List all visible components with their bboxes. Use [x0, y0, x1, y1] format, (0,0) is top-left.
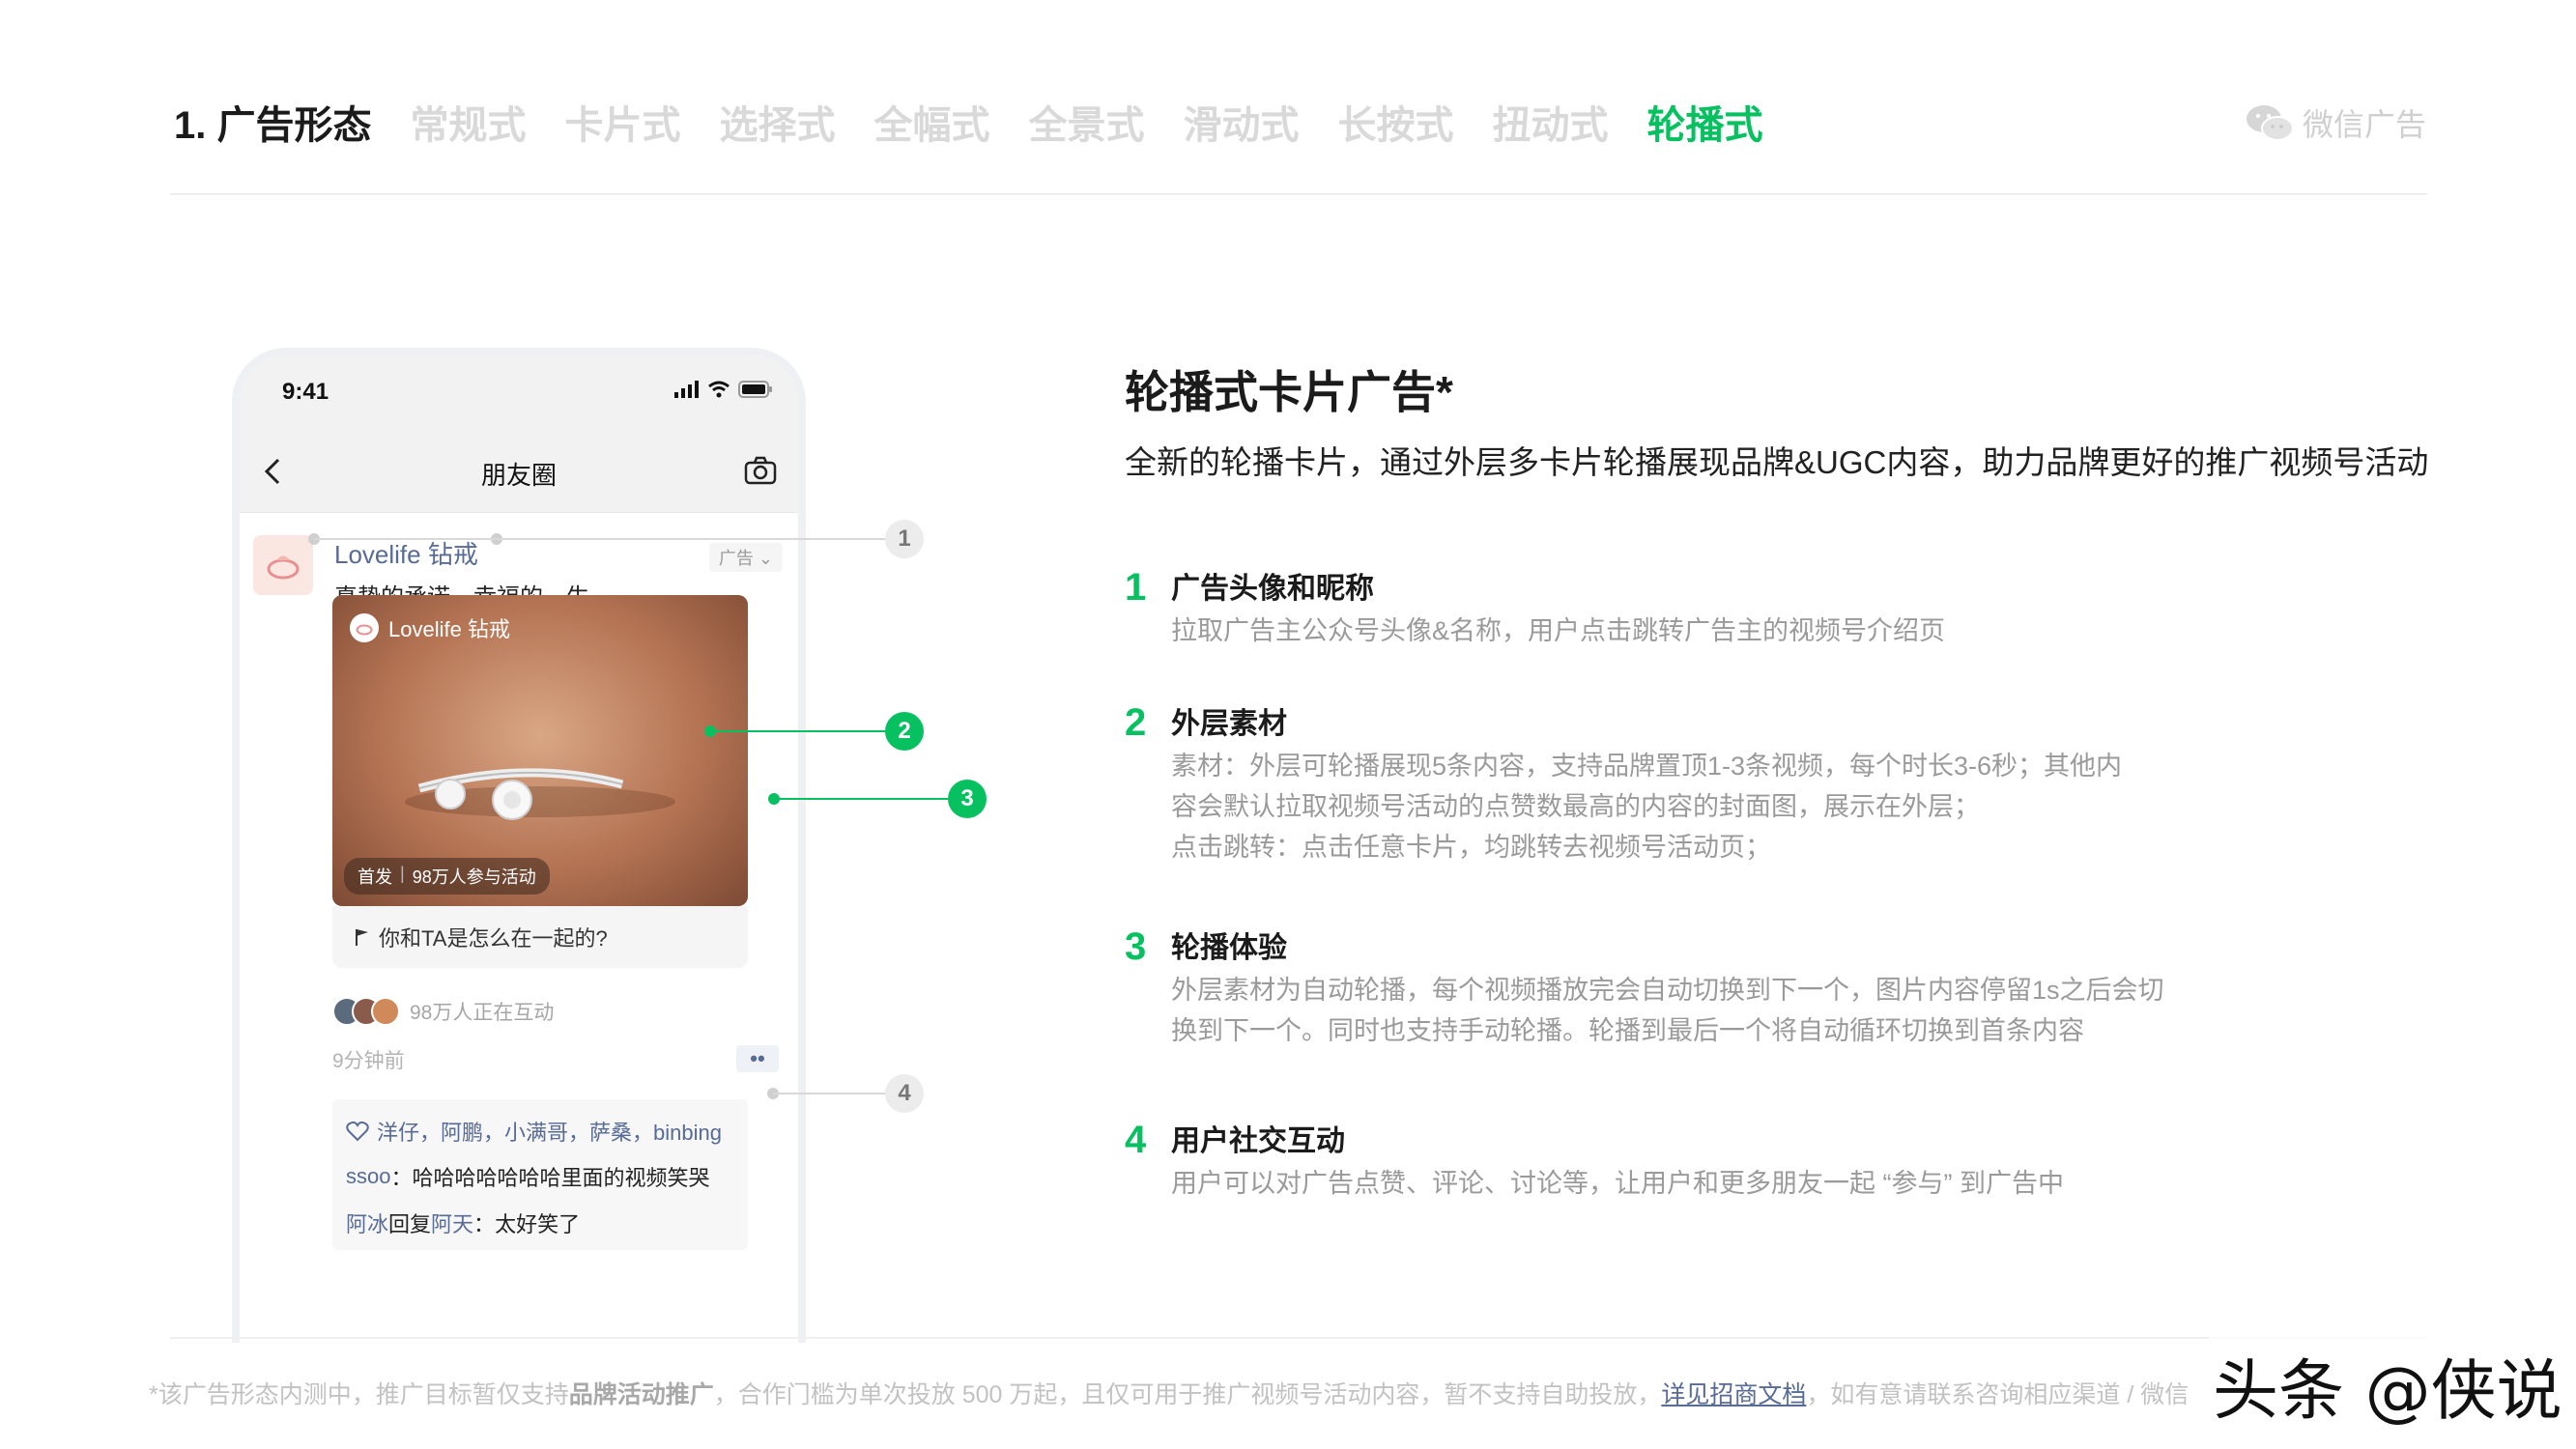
activity-badge[interactable]: 首发 | 98万人参与活动 [344, 858, 550, 895]
flag-icon [356, 929, 368, 946]
tab-slide[interactable]: 滑动式 [1183, 94, 1299, 150]
feature-description: 外层素材为自动轮播，每个视频播放完会自动切换到下一个，图片内容停留1s之后会切 … [1171, 976, 2164, 1045]
feature-item: 2 外层素材 素材：外层可轮播展现5条内容，支持品牌置顶1-3条视频，每个时长3… [1125, 699, 2236, 873]
feature-item: 3 轮播体验 外层素材为自动轮播，每个视频播放完会自动切换到下一个，图片内容停留… [1125, 923, 2236, 1049]
callout-3-line [774, 798, 948, 800]
signal-icon [674, 381, 699, 398]
ad-tag[interactable]: 广告 ⌄ [708, 543, 783, 572]
tab-twist[interactable]: 扭动式 [1492, 94, 1608, 150]
footer-bold: 品牌活动推广 [568, 1381, 714, 1408]
feature-item: 1 广告头像和昵称 拉取广告主公众号头像&名称，用户点击跳转广告主的视频号介绍页 [1125, 564, 2236, 651]
feature-number: 1 [1125, 566, 1147, 609]
carousel-card-front[interactable]: Lovelife 钻戒 首发 | 98万人参与活动 [332, 595, 748, 906]
interacting-count: 98万人正在互动 [410, 1002, 555, 1024]
camera-icon[interactable] [744, 456, 777, 485]
content-title: 轮播式卡片广告* [1125, 367, 1453, 417]
ring-logo-icon [267, 555, 300, 580]
tab-longpress[interactable]: 长按式 [1337, 94, 1453, 150]
tab-card[interactable]: 卡片式 [564, 94, 680, 150]
feature-number: 2 [1125, 701, 1147, 744]
callout-4-line [773, 1093, 894, 1094]
callout-2: 2 [885, 712, 924, 751]
feature-description: 素材：外层可轮播展现5条内容，支持品牌置顶1-3条视频，每个时长3-6秒；其他内… [1171, 752, 2123, 862]
phone-mockup: 9:41 朋友圈 Lovelife 钻戒 广告 ⌄ 真挚的承诺，幸福的一生 Lo… [232, 348, 806, 1343]
feature-item: 4 用户社交互动 用户可以对广告点赞、评论、讨论等，让用户和更多朋友一起 “参与… [1125, 1117, 2236, 1204]
status-time: 9:41 [282, 379, 329, 405]
tab-fullscreen[interactable]: 全幅式 [873, 94, 989, 150]
wifi-icon [708, 381, 730, 398]
tab-carousel[interactable]: 轮播式 [1646, 94, 1762, 150]
callout-3: 3 [948, 780, 987, 818]
content-subtitle: 全新的轮播卡片，通过外层多卡片轮播展现品牌&UGC内容，助力品牌更好的推广视频号… [1125, 444, 2429, 480]
tab-selection[interactable]: 选择式 [719, 94, 835, 150]
tab-regular[interactable]: 常规式 [410, 94, 526, 150]
comment-item[interactable]: ssoo：哈哈哈哈哈哈哈里面的视频笑哭 [346, 1153, 734, 1200]
callout-4: 4 [885, 1074, 924, 1113]
footer-divider [170, 1337, 2427, 1339]
moments-title: 朋友圈 [480, 461, 557, 490]
callout-1-line [314, 538, 894, 540]
brand-label: 微信广告 [2302, 107, 2426, 142]
moments-navbar: 朋友圈 [240, 433, 798, 513]
footer-note: *该广告形态内测中，推广目标暂仅支持品牌活动推广，合作门槛为单次投放 500 万… [149, 1381, 2190, 1408]
feature-number: 4 [1125, 1119, 1147, 1161]
format-nav: 1. 广告形态 常规式 卡片式 选择式 全幅式 全景式 滑动式 长按式 扭动式 … [174, 93, 1801, 151]
interacting-avatars[interactable]: 98万人正在互动 [332, 997, 554, 1026]
status-bar: 9:41 [240, 355, 798, 433]
post-time: 9分钟前 [332, 1050, 405, 1072]
callout-2-line [710, 730, 885, 732]
feature-title: 广告头像和昵称 [1171, 573, 1374, 605]
feature-title: 用户社交互动 [1171, 1125, 1345, 1157]
feature-description: 用户可以对广告点赞、评论、讨论等，让用户和更多朋友一起 “参与” 到广告中 [1171, 1169, 2064, 1198]
callout-1: 1 [885, 520, 924, 558]
likes-row[interactable]: 洋仔，阿鹏，小满哥，萨桑，binbing [346, 1109, 734, 1153]
topic-question[interactable]: 你和TA是怎么在一起的? [332, 906, 748, 968]
comment-item[interactable]: 阿冰 回复 阿天：太好笑了 [346, 1200, 734, 1246]
heart-icon [346, 1121, 369, 1142]
feature-description: 拉取广告主公众号头像&名称，用户点击跳转广告主的视频号介绍页 [1171, 616, 1946, 645]
section-title: 1. 广告形态 [174, 104, 372, 147]
tab-panorama[interactable]: 全景式 [1028, 94, 1144, 150]
source-watermark: 头条 @侠说 [2209, 1337, 2566, 1433]
wechat-ads-logo: 微信广告 [2245, 100, 2426, 145]
comment-section: 洋仔，阿鹏，小满哥，萨桑，binbing ssoo：哈哈哈哈哈哈哈里面的视频笑哭… [332, 1099, 748, 1250]
ad-nickname[interactable]: Lovelife 钻戒 [334, 535, 478, 571]
user-avatar [371, 997, 400, 1026]
feature-title: 轮播体验 [1171, 932, 1287, 964]
feature-title: 外层素材 [1171, 708, 1287, 740]
more-button[interactable]: •• [736, 1045, 779, 1072]
merchant-doc-link[interactable]: 详见招商文档 [1661, 1381, 1806, 1408]
ad-avatar[interactable] [253, 535, 313, 595]
header-divider [170, 193, 2427, 195]
feature-number: 3 [1125, 925, 1147, 968]
likes-names: 洋仔，阿鹏，小满哥，萨桑，binbing [377, 1121, 722, 1145]
battery-icon [738, 381, 772, 398]
wechat-icon [2246, 105, 2294, 141]
